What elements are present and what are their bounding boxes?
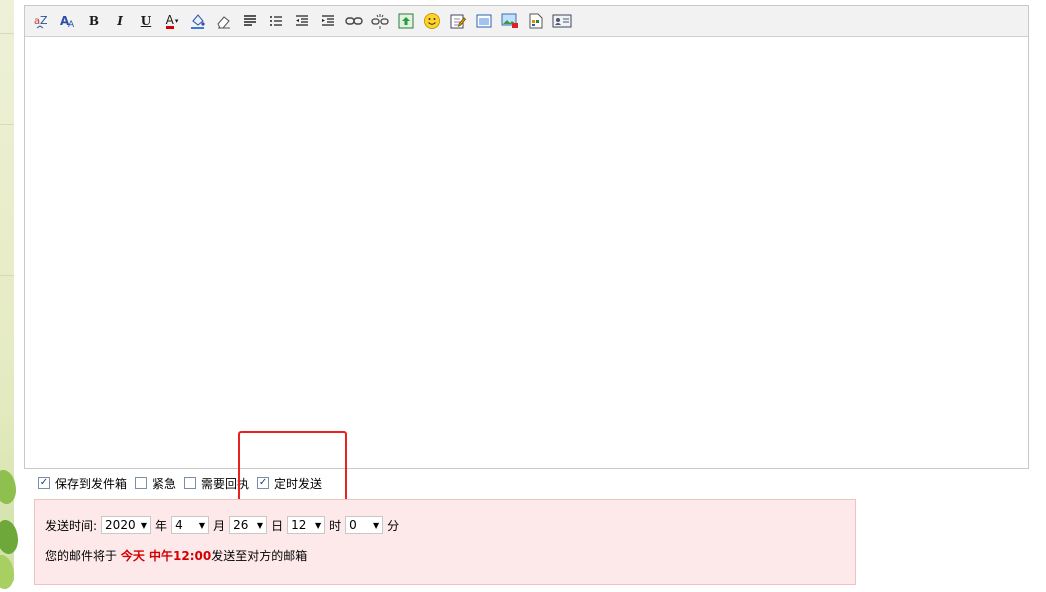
indent-icon[interactable] [317,10,339,32]
list-ordered-icon[interactable] [265,10,287,32]
hour-unit: 时 [329,518,342,533]
link-icon[interactable] [343,10,365,32]
schedule-note: 您的邮件将于 今天 中午12:00发送至对方的邮箱 [45,547,307,564]
hour-select[interactable]: 12 ▼ [287,516,326,534]
emoji-icon[interactable] [421,10,443,32]
italic-icon[interactable]: I [109,10,131,32]
day-select[interactable]: 26 ▼ [229,516,268,534]
note-time: 今天 中午12:00 [120,549,212,563]
spellcheck-icon[interactable]: aZ [31,10,53,32]
urgent-checkbox[interactable] [135,477,148,489]
day-value: 26 [233,518,249,532]
hour-value: 12 [291,518,307,532]
schedule-panel: 发送时间: 2020 ▼ 年 4 ▼ 月 26 ▼ 日 12 ▼ 时 0 ▼ 分 您的邮件… [34,499,856,585]
save-to-sent-checkbox[interactable]: ✓ [38,477,50,489]
urgent-label: 紧急 [152,476,177,491]
year-value: 2020 [105,518,136,532]
month-value: 4 [175,518,183,532]
month-select[interactable]: 4 ▼ [171,516,210,534]
receipt-label: 需要回执 [201,476,250,491]
bg-color-icon[interactable] [187,10,209,32]
left-decoration [0,0,24,592]
save-to-sent-option[interactable]: ✓ 保存到发件箱 [38,475,127,492]
bold-icon[interactable]: B [83,10,105,32]
editor-toolbar: aZ AA B I U A ▾ [25,6,1028,37]
scheduled-send-label: 定时发送 [274,476,323,491]
minute-value: 0 [349,518,357,532]
italic-label: I [117,14,123,28]
eraser-icon[interactable] [213,10,235,32]
note-suffix: 发送至对方的邮箱 [211,549,308,563]
bold-label: B [88,14,100,28]
image-icon[interactable] [499,10,521,32]
rich-text-editor: aZ AA B I U A ▾ [24,5,1029,469]
minute-select[interactable]: 0 ▼ [345,516,384,534]
day-unit: 日 [271,518,284,533]
note-prefix: 您的邮件将于 [45,549,118,563]
urgent-option[interactable]: 紧急 [135,475,176,492]
editor-body[interactable] [25,38,1028,468]
upload-icon[interactable] [395,10,417,32]
text-color-icon[interactable]: A ▾ [161,10,183,32]
minute-unit: 分 [387,518,400,533]
save-to-sent-label: 保存到发件箱 [55,476,128,491]
window-icon[interactable] [473,10,495,32]
align-icon[interactable] [239,10,261,32]
receipt-option[interactable]: 需要回执 [184,475,249,492]
unlink-icon[interactable] [369,10,391,32]
font-icon[interactable]: AA [57,10,79,32]
svg-text:Z: Z [40,14,48,27]
underline-icon[interactable]: U [135,10,157,32]
edit-icon[interactable] [447,10,469,32]
schedule-time-row: 发送时间: 2020 ▼ 年 4 ▼ 月 26 ▼ 日 12 ▼ 时 0 ▼ 分 [45,516,399,534]
scheduled-send-option[interactable]: ✓ 定时发送 [257,475,322,492]
year-select[interactable]: 2020 ▼ [101,516,152,534]
month-unit: 月 [213,518,226,533]
svg-text:A: A [68,20,75,30]
schedule-label: 发送时间: [45,518,98,533]
underline-label: U [140,14,152,28]
text-color-label: A [165,12,174,29]
card-icon[interactable] [551,10,573,32]
year-unit: 年 [155,518,168,533]
send-options: ✓ 保存到发件箱 紧急 需要回执 ✓ 定时发送 [38,474,324,492]
outdent-icon[interactable] [291,10,313,32]
scheduled-send-checkbox[interactable]: ✓ [257,477,270,489]
receipt-checkbox[interactable] [184,477,197,489]
doc-icon[interactable] [525,10,547,32]
